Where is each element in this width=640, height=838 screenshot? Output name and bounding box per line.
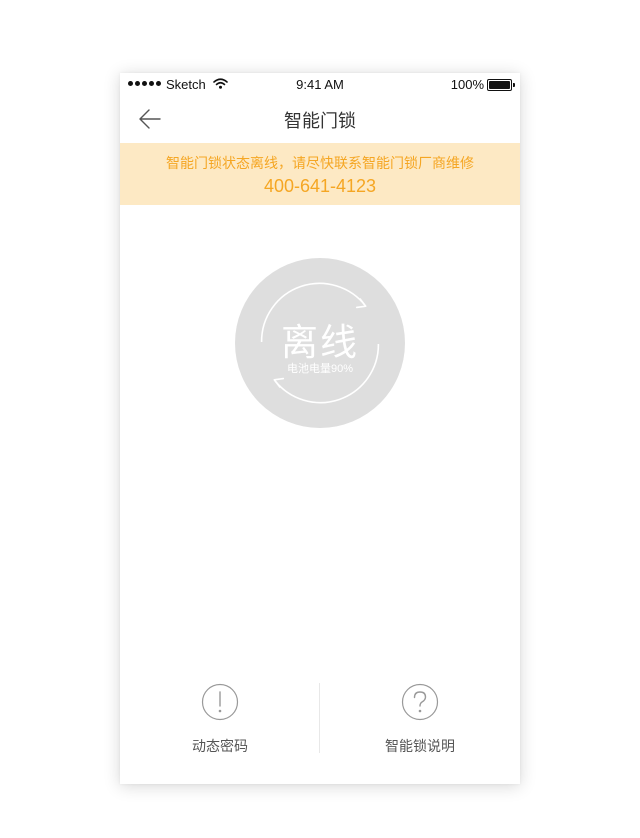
lock-status-text: 离线 [281,322,359,363]
alert-message: 智能门锁状态离线，请尽快联系智能门锁厂商维修 [166,155,474,171]
bottom-divider [319,683,320,753]
exclamation-circle-icon [201,683,239,721]
service-phone-link[interactable]: 400-641-4123 [120,176,520,197]
bottom-action-bar: 动态密码 智能锁说明 [120,673,520,763]
battery-percentage: 100% [450,77,484,92]
navigation-bar: 智能门锁 [120,95,520,143]
lock-status-circle: 离线 电池电量90% [235,258,405,428]
dynamic-password-label: 动态密码 [192,738,248,754]
lock-instructions-label: 智能锁说明 [385,738,455,754]
lock-instructions-button[interactable]: 智能锁说明 [320,673,520,763]
offline-alert-banner: 智能门锁状态离线，请尽快联系智能门锁厂商维修 400-641-4123 [120,143,520,205]
phone-screen: Sketch 9:41 AM 100% 智能门锁 智能门锁状态离线，请尽快联系智… [120,73,520,784]
question-circle-icon [401,683,439,721]
dynamic-password-button[interactable]: 动态密码 [120,673,320,763]
page-title: 智能门锁 [284,111,356,131]
battery-icon [487,79,515,91]
battery-level-text: 电池电量90% [286,363,354,375]
status-bar: Sketch 9:41 AM 100% [120,73,520,95]
